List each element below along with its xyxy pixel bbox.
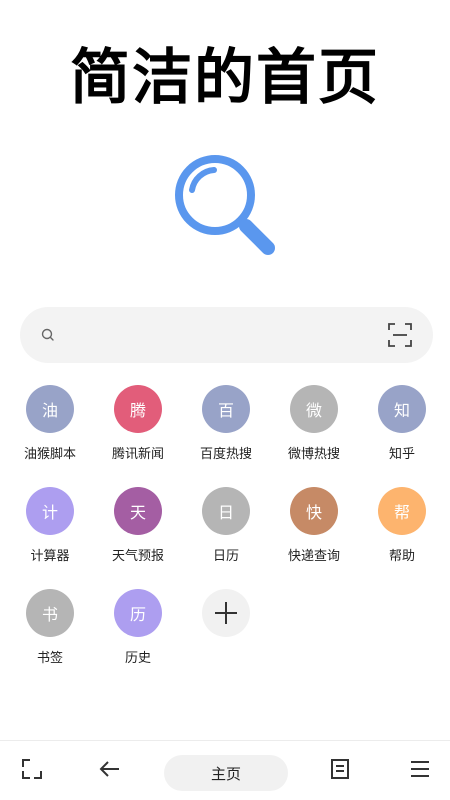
shortcut-label: 油猴脚本 (23, 447, 76, 462)
menu-icon (408, 757, 432, 785)
shortcut-icon: 天 (114, 487, 162, 535)
shortcut-calendar[interactable]: 日 日历 (182, 487, 270, 564)
shortcut-glyph: 微 (305, 401, 322, 420)
shortcut-bookmarks[interactable]: 书 书签 (6, 589, 94, 666)
magnifier-logo-icon (170, 150, 285, 265)
shortcut-help[interactable]: 帮 帮助 (358, 487, 446, 564)
shortcut-icon: 书 (26, 589, 74, 637)
shortcut-label: 微博热搜 (287, 447, 340, 462)
tabs-button[interactable] (14, 753, 50, 789)
shortcut-glyph: 天 (129, 503, 146, 522)
shortcut-icon: 计 (26, 487, 74, 535)
reader-button[interactable] (322, 753, 358, 789)
shortcut-glyph: 腾 (129, 401, 146, 420)
shortcut-label: 快递查询 (287, 549, 340, 564)
shortcut-icon: 日 (202, 487, 250, 535)
page-headline: 简洁的首页 (70, 43, 380, 113)
shortcut-glyph: 书 (41, 605, 58, 624)
home-page: 简洁的首页 油 油猴脚本 腾 腾讯新闻 百 百度热搜 微 微博热搜 知 知乎 计… (0, 0, 450, 800)
shortcut-label: 知乎 (388, 447, 415, 462)
shortcut-glyph: 计 (41, 503, 58, 522)
shortcut-icon: 微 (290, 385, 338, 433)
scan-icon[interactable] (387, 322, 413, 348)
shortcut-glyph: 日 (217, 503, 234, 522)
shortcut-icon: 帮 (378, 487, 426, 535)
shortcut-label: 书签 (36, 651, 63, 666)
search-icon (40, 327, 56, 343)
shortcut-icon: 腾 (114, 385, 162, 433)
shortcut-glyph: 帮 (393, 503, 410, 522)
shortcut-weather[interactable]: 天 天气预报 (94, 487, 182, 564)
shortcut-weibo-hot[interactable]: 微 微博热搜 (270, 385, 358, 462)
shortcut-icon: 历 (114, 589, 162, 637)
shortcut-label: 历史 (124, 651, 151, 666)
shortcut-icon: 百 (202, 385, 250, 433)
home-button[interactable]: 主页 (164, 755, 288, 791)
shortcut-tencent-news[interactable]: 腾 腾讯新闻 (94, 385, 182, 462)
plus-icon (202, 589, 250, 637)
shortcut-glyph: 油 (41, 401, 58, 420)
menu-button[interactable] (402, 753, 438, 789)
shortcut-express-tracking[interactable]: 快 快递查询 (270, 487, 358, 564)
shortcut-glyph: 历 (129, 605, 146, 624)
shortcut-label: 腾讯新闻 (111, 447, 164, 462)
bottom-toolbar: 主页 (0, 740, 450, 800)
shortcut-tampermonkey[interactable]: 油 油猴脚本 (6, 385, 94, 462)
shortcut-baidu-hot[interactable]: 百 百度热搜 (182, 385, 270, 462)
shortcut-icon: 油 (26, 385, 74, 433)
shortcut-zhihu[interactable]: 知 知乎 (358, 385, 446, 462)
shortcut-grid: 油 油猴脚本 腾 腾讯新闻 百 百度热搜 微 微博热搜 知 知乎 计 计算器 天… (6, 385, 446, 666)
add-shortcut-button[interactable] (182, 589, 270, 666)
shortcut-label: 百度热搜 (199, 447, 252, 462)
shortcut-icon: 知 (378, 385, 426, 433)
shortcut-history[interactable]: 历 历史 (94, 589, 182, 666)
shortcut-glyph: 快 (305, 503, 322, 522)
tabs-icon (20, 757, 44, 785)
search-input[interactable] (68, 314, 375, 356)
shortcut-icon: 快 (290, 487, 338, 535)
shortcut-calculator[interactable]: 计 计算器 (6, 487, 94, 564)
shortcut-label: 计算器 (30, 549, 70, 564)
back-arrow-icon (98, 757, 122, 785)
back-button[interactable] (92, 753, 128, 789)
shortcut-label: 日历 (212, 549, 239, 564)
shortcut-glyph: 百 (217, 401, 234, 420)
shortcut-label: 天气预报 (111, 549, 164, 564)
shortcut-label: 帮助 (388, 549, 415, 564)
reader-icon (328, 757, 352, 785)
shortcut-glyph: 知 (393, 401, 410, 420)
search-bar[interactable] (20, 307, 433, 363)
